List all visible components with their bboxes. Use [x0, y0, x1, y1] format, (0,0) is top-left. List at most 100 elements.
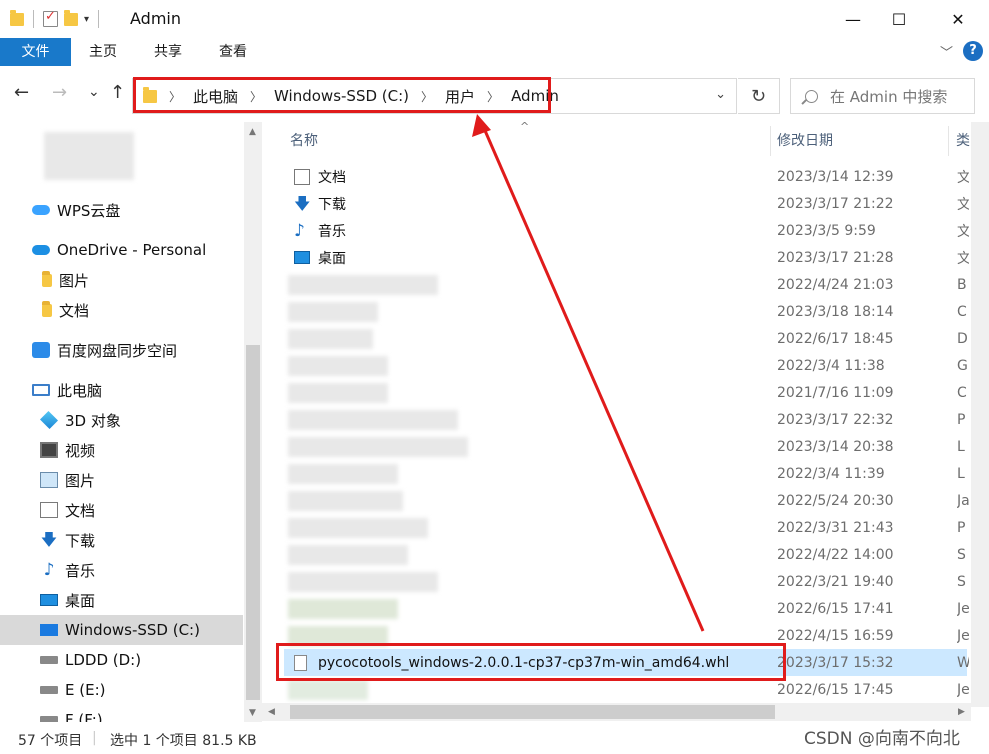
folder-icon: [42, 300, 52, 317]
sidebar-item-drive-c[interactable]: Windows-SSD (C:): [0, 615, 243, 645]
sidebar-item-drive-e[interactable]: E (E:): [0, 675, 243, 705]
separator: [98, 10, 100, 28]
sidebar-item-downloads[interactable]: 🡇 下载: [0, 525, 243, 555]
new-folder-icon[interactable]: [64, 9, 78, 26]
table-row[interactable]: 2022/6/17 18:45 D: [284, 325, 968, 352]
column-header-date[interactable]: 修改日期: [777, 130, 833, 150]
table-row[interactable]: 2023/3/18 18:14 C: [284, 298, 967, 325]
scroll-right-arrow-icon[interactable]: ▶: [958, 707, 965, 717]
breadcrumb-admin[interactable]: Admin: [511, 87, 559, 105]
breadcrumb-drive[interactable]: Windows-SSD (C:): [274, 87, 409, 105]
scroll-down-arrow-icon[interactable]: ▼: [249, 708, 256, 718]
sidebar-item-music[interactable]: ♪ 音乐: [0, 555, 243, 585]
sidebar-item-drive-d[interactable]: LDDD (D:): [0, 645, 243, 675]
sidebar-item-baidu[interactable]: 百度网盘同步空间: [0, 335, 243, 365]
video-icon: [40, 442, 58, 458]
blurred-file-name: [288, 437, 468, 457]
table-row[interactable]: 2023/3/17 22:32 P: [284, 406, 967, 433]
tab-share[interactable]: 共享: [145, 38, 191, 66]
tab-view[interactable]: 查看: [210, 38, 256, 66]
sidebar-item-videos[interactable]: 视频: [0, 435, 243, 465]
chevron-right-icon[interactable]: 〉: [487, 88, 499, 105]
properties-icon[interactable]: [43, 9, 58, 27]
expand-ribbon-icon[interactable]: ﹀: [940, 42, 953, 61]
forward-button[interactable]: →: [52, 82, 67, 103]
column-header-name[interactable]: 名称: [290, 130, 318, 150]
scroll-left-arrow-icon[interactable]: ◀: [268, 707, 275, 717]
table-row[interactable]: 2022/4/22 14:00 S: [284, 541, 967, 568]
file-date: 2022/3/31 21:43: [777, 519, 894, 536]
table-row[interactable]: 桌面 2023/3/17 21:28 文: [284, 244, 969, 271]
table-row[interactable]: ♪ 音乐 2023/3/5 9:59 文: [284, 217, 969, 244]
close-button[interactable]: ✕: [935, 0, 981, 38]
file-type: C: [957, 384, 967, 401]
table-row[interactable]: 2022/6/15 17:41 Je: [284, 595, 969, 622]
back-button[interactable]: ←: [14, 82, 29, 103]
search-input[interactable]: 在 Admin 中搜索: [790, 78, 975, 114]
customize-toolbar-icon[interactable]: ▾: [84, 14, 89, 25]
minimize-button[interactable]: —: [830, 0, 876, 38]
chevron-right-icon[interactable]: 〉: [421, 88, 433, 105]
table-row[interactable]: 2022/4/24 21:03 B: [284, 271, 967, 298]
sidebar-item-onedrive-pictures[interactable]: 图片: [0, 265, 243, 295]
table-row[interactable]: 2021/7/16 11:09 C: [284, 379, 967, 406]
file-date: 2022/4/15 16:59: [777, 627, 894, 644]
file-type: D: [957, 330, 968, 347]
file-date: 2022/4/24 21:03: [777, 276, 894, 293]
file-type: S: [957, 546, 966, 563]
sidebar-scroll-thumb[interactable]: [246, 345, 260, 700]
sidebar-item-label: 音乐: [65, 561, 96, 580]
sidebar-item-label: 此电脑: [57, 381, 103, 400]
file-date: 2021/7/16 11:09: [777, 384, 894, 401]
address-bar[interactable]: 〉 此电脑 〉 Windows-SSD (C:) 〉 用户 〉 Admin ⌄: [132, 78, 737, 114]
address-history-dropdown[interactable]: ⌄: [715, 87, 726, 102]
file-type: 文: [957, 223, 969, 240]
breadcrumb-this-pc[interactable]: 此电脑: [193, 86, 238, 107]
table-row[interactable]: 文档 2023/3/14 12:39 文: [284, 163, 969, 190]
breadcrumb-users[interactable]: 用户: [445, 86, 475, 107]
sidebar-item-wps-cloud[interactable]: WPS云盘: [0, 195, 243, 225]
folder-icon: [143, 86, 157, 103]
sidebar-item-documents[interactable]: 文档: [0, 495, 243, 525]
navigation-pane: WPS云盘 OneDrive - Personal 图片 文档 百度网盘同步空间…: [0, 122, 262, 722]
up-button[interactable]: ↑: [110, 82, 125, 103]
table-row[interactable]: 2022/3/31 21:43 P: [284, 514, 967, 541]
desktop-icon: [40, 594, 58, 606]
refresh-button[interactable]: ↻: [738, 78, 780, 114]
table-row[interactable]: 2022/6/15 17:45 Je: [284, 676, 969, 703]
table-row[interactable]: 2022/4/15 16:59 Je: [284, 622, 969, 649]
file-type: 文: [957, 196, 969, 213]
file-date: 2022/5/24 20:30: [777, 492, 894, 509]
table-row[interactable]: 2023/3/14 20:38 L: [284, 433, 967, 460]
blurred-file-name: [288, 626, 388, 646]
sidebar-item-desktop[interactable]: 桌面: [0, 585, 243, 615]
file-date: 2023/3/14 12:39: [777, 168, 894, 185]
help-icon[interactable]: ?: [963, 41, 983, 61]
table-row[interactable]: 🡇 下载 2023/3/17 21:22 文: [284, 190, 969, 217]
horizontal-scroll-thumb[interactable]: [290, 705, 775, 719]
sidebar-item-onedrive[interactable]: OneDrive - Personal: [0, 235, 243, 265]
sidebar-item-pictures[interactable]: 图片: [0, 465, 243, 495]
file-list-scrollbar[interactable]: [971, 122, 989, 707]
folder-icon: [10, 9, 24, 26]
chevron-right-icon[interactable]: 〉: [169, 88, 181, 105]
tab-file[interactable]: 文件: [0, 38, 71, 66]
chevron-right-icon[interactable]: 〉: [250, 88, 262, 105]
sidebar-item-3d-objects[interactable]: 3D 对象: [0, 405, 243, 435]
sidebar-item-drive-f[interactable]: F (F:): [0, 705, 243, 722]
recent-locations-button[interactable]: ⌄: [88, 84, 100, 100]
maximize-button[interactable]: ☐: [876, 0, 922, 38]
table-row[interactable]: 2022/3/4 11:39 L: [284, 460, 967, 487]
tab-home[interactable]: 主页: [80, 38, 126, 66]
table-row[interactable]: 2022/3/4 11:38 G: [284, 352, 968, 379]
table-row-selected[interactable]: pycocotools_windows-2.0.0.1-cp37-cp37m-w…: [284, 649, 969, 676]
sidebar-item-onedrive-documents[interactable]: 文档: [0, 295, 243, 325]
sidebar-item-this-pc[interactable]: 此电脑: [0, 375, 243, 405]
table-row[interactable]: 2022/5/24 20:30 Ja: [284, 487, 969, 514]
column-divider[interactable]: [770, 126, 771, 156]
scroll-up-arrow-icon[interactable]: ▲: [249, 127, 256, 137]
file-name: 下载: [318, 196, 346, 213]
table-row[interactable]: 2022/3/21 19:40 S: [284, 568, 967, 595]
column-divider[interactable]: [948, 126, 949, 156]
column-header-type[interactable]: 类: [956, 130, 970, 150]
